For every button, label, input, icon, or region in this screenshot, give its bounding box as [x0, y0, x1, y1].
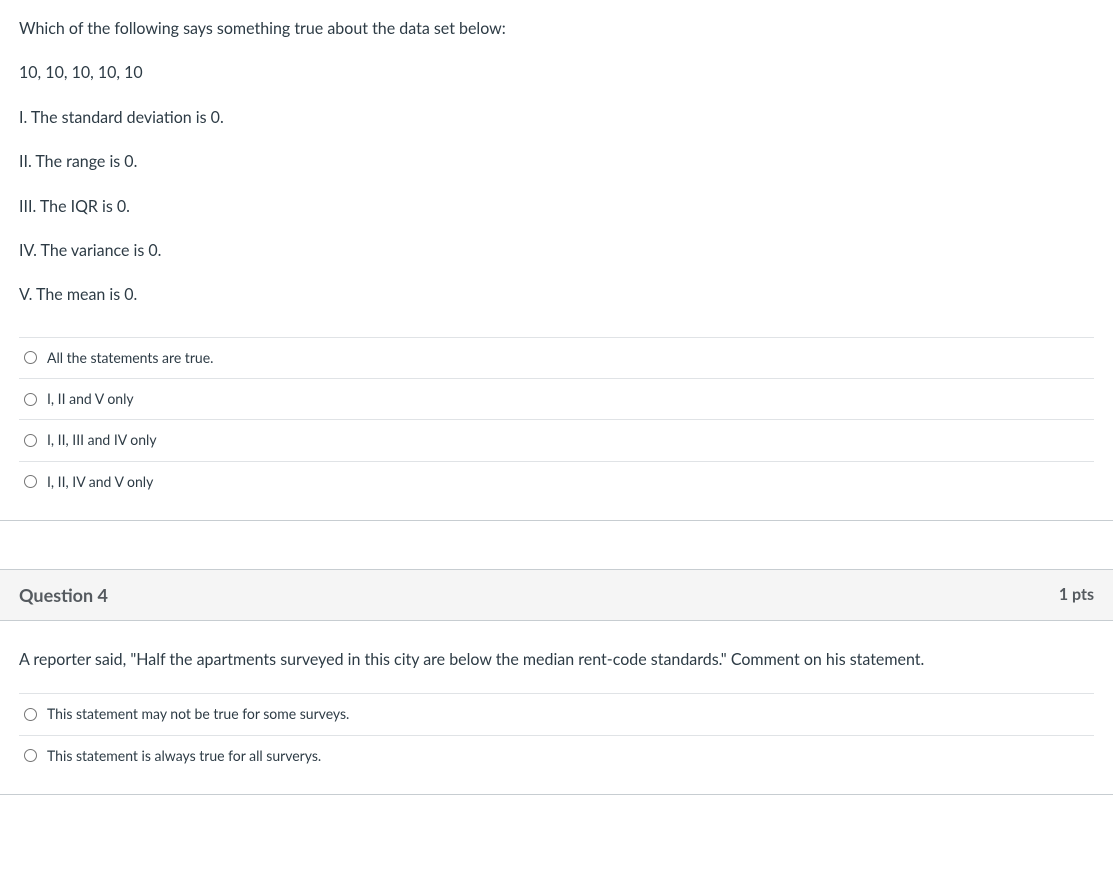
- q4-option-1-radio[interactable]: [24, 749, 37, 762]
- question-4-header: Question 4 1 pts: [0, 569, 1113, 621]
- question-4-points: 1 pts: [1059, 585, 1094, 604]
- q3-prompt-line-4: III. The IQR is 0.: [19, 196, 1094, 218]
- q3-option-3-label: I, II, IV and V only: [47, 472, 153, 492]
- q3-option-2-label: I, II, III and IV only: [47, 430, 157, 450]
- q3-option-1-row[interactable]: I, II and V only: [19, 379, 1094, 420]
- q4-option-1-row[interactable]: This statement is always true for all su…: [19, 736, 1094, 776]
- q3-prompt-line-1: 10, 10, 10, 10, 10: [19, 62, 1094, 84]
- q3-option-2-radio[interactable]: [24, 434, 37, 447]
- q3-option-0-radio[interactable]: [24, 351, 37, 364]
- q3-option-0-label: All the statements are true.: [47, 348, 213, 368]
- q3-option-1-radio[interactable]: [24, 393, 37, 406]
- q4-prompt: A reporter said, "Half the apartments su…: [19, 649, 1094, 671]
- question-4-block: Question 4 1 pts A reporter said, "Half …: [0, 569, 1113, 795]
- question-3-block: Which of the following says something tr…: [0, 0, 1113, 521]
- q3-prompt-line-3: II. The range is 0.: [19, 151, 1094, 173]
- q4-option-0-radio[interactable]: [24, 708, 37, 721]
- q3-prompt-line-0: Which of the following says something tr…: [19, 18, 1094, 40]
- q3-prompt-line-5: IV. The variance is 0.: [19, 240, 1094, 262]
- q3-answers: All the statements are true. I, II and V…: [19, 337, 1094, 502]
- q3-option-1-label: I, II and V only: [47, 389, 134, 409]
- question-4-title: Question 4: [19, 584, 108, 606]
- question-3-body: Which of the following says something tr…: [0, 0, 1113, 520]
- q4-option-1-label: This statement is always true for all su…: [47, 746, 321, 766]
- q4-option-0-label: This statement may not be true for some …: [47, 704, 349, 724]
- q3-option-3-row[interactable]: I, II, IV and V only: [19, 462, 1094, 502]
- q4-option-0-row[interactable]: This statement may not be true for some …: [19, 694, 1094, 735]
- q3-prompt-line-6: V. The mean is 0.: [19, 284, 1094, 306]
- q3-prompt-line-2: I. The standard deviation is 0.: [19, 107, 1094, 129]
- q3-option-3-radio[interactable]: [24, 475, 37, 488]
- q3-option-0-row[interactable]: All the statements are true.: [19, 338, 1094, 379]
- question-4-body: A reporter said, "Half the apartments su…: [0, 621, 1113, 795]
- q4-answers: This statement may not be true for some …: [19, 693, 1094, 776]
- spacer: [0, 521, 1113, 569]
- q3-option-2-row[interactable]: I, II, III and IV only: [19, 420, 1094, 461]
